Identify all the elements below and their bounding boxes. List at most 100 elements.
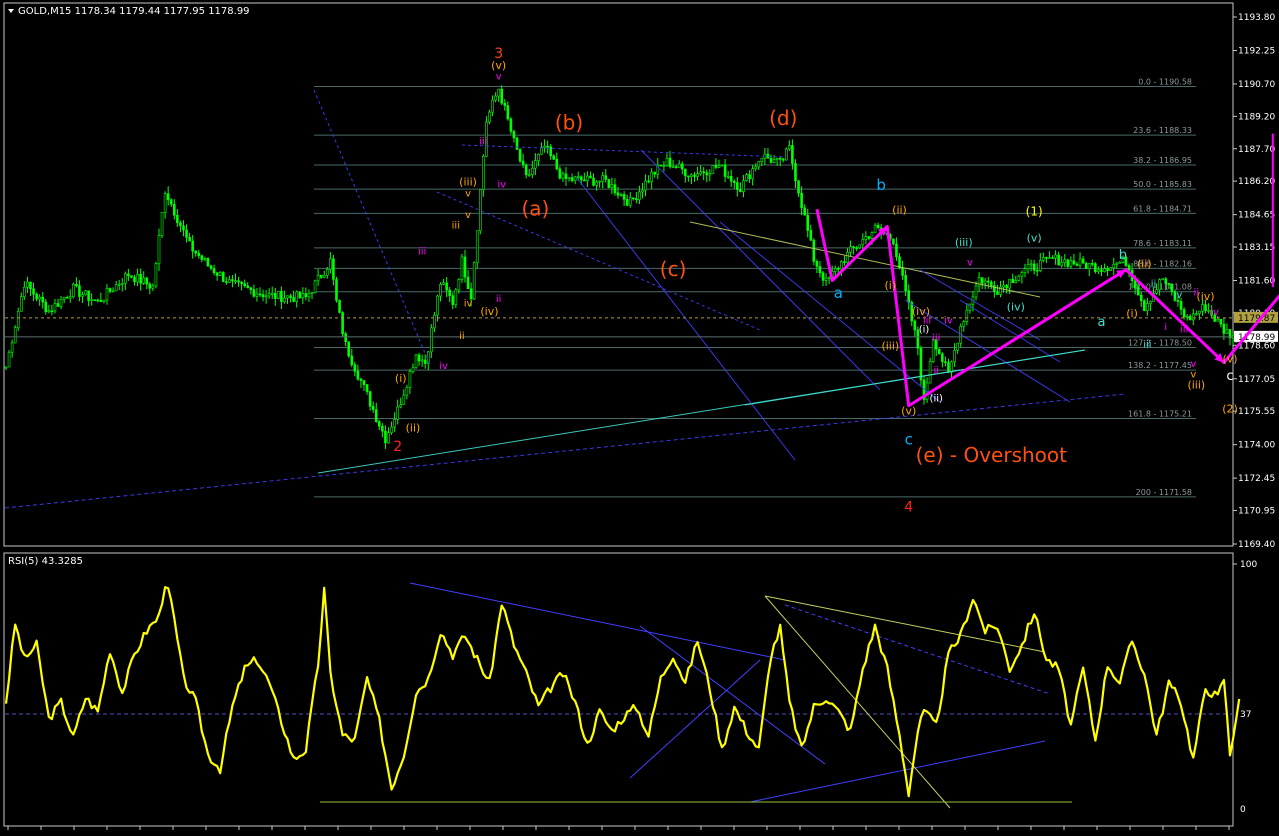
candle-body <box>243 283 246 287</box>
wave-label: (ii) <box>1137 258 1152 271</box>
rsi-trendline-5 <box>784 604 1051 695</box>
candle-body <box>344 333 347 343</box>
candle-body <box>947 362 950 373</box>
wave-label: ii <box>496 294 502 305</box>
candle-body <box>521 160 525 166</box>
candle-body <box>32 288 35 295</box>
fib-level-label: 23.6 - 1188.33 <box>1133 126 1192 135</box>
candle-body <box>433 314 436 329</box>
candle-body <box>1081 258 1085 264</box>
triangle-down-icon[interactable] <box>8 9 14 13</box>
candle-body <box>962 321 966 327</box>
candle-body <box>124 273 127 284</box>
price-tick-label: 1181.60 <box>1238 277 1275 287</box>
candle-body <box>1112 264 1116 269</box>
candle-body <box>956 342 959 351</box>
wave-label: v <box>1190 359 1196 370</box>
candle-body <box>298 291 302 299</box>
candle-body <box>163 193 167 213</box>
candle-body <box>1063 259 1067 263</box>
candle-body <box>1191 313 1195 321</box>
candle-body <box>460 256 464 280</box>
candle-body <box>671 166 675 168</box>
wave-label: ii <box>1194 288 1200 299</box>
candle-body <box>696 173 699 177</box>
candle-body <box>751 168 754 180</box>
candle-body <box>1002 284 1005 288</box>
candle-body <box>1023 268 1027 273</box>
candle-body <box>1060 262 1063 266</box>
fib-level-label: 200 - 1171.58 <box>1136 488 1192 497</box>
rsi-tick-label: 0 <box>1240 805 1246 815</box>
candle-body <box>359 378 363 381</box>
candle-body <box>702 171 705 173</box>
candle-body <box>1155 289 1158 294</box>
candle-body <box>641 189 644 193</box>
candle-body <box>488 111 491 123</box>
candle-body <box>7 351 11 368</box>
candle-body <box>739 189 742 192</box>
wave-label: (d) <box>769 106 797 130</box>
candle-body <box>56 303 60 307</box>
candle-body <box>1017 275 1021 281</box>
candle-body <box>252 289 256 297</box>
candle-body <box>821 272 825 281</box>
candle-body <box>1127 265 1131 271</box>
candle-body <box>537 153 540 161</box>
candle-body <box>616 192 620 196</box>
candle-body <box>775 157 779 160</box>
candle-body <box>212 268 216 274</box>
candle-body <box>381 425 384 432</box>
candle-body <box>84 290 87 295</box>
wave-label: b <box>1119 248 1127 263</box>
candle-body <box>986 280 990 283</box>
candle-body <box>362 380 366 385</box>
candle-body <box>206 258 210 267</box>
candle-body <box>1146 303 1149 311</box>
wave-label: (ii) <box>892 204 907 217</box>
candle-body <box>589 175 592 179</box>
main-pane[interactable]: 1193.80 1192.25 1190.70 1189.20 1187.70 1186.… <box>4 13 1279 550</box>
candle-body <box>1042 257 1045 261</box>
candle-body <box>904 275 907 292</box>
candle-body <box>411 367 415 372</box>
candle-body <box>610 184 614 188</box>
candle-body <box>687 175 690 178</box>
candle-body <box>968 303 972 311</box>
candle-body <box>35 293 38 300</box>
candle-body <box>332 258 335 280</box>
candle-body <box>13 327 17 344</box>
candle-body <box>478 189 482 232</box>
candle-body <box>475 230 479 264</box>
diagonal-trendline-1 <box>313 89 431 366</box>
candle-body <box>1078 258 1082 266</box>
candle-body <box>338 300 341 313</box>
candle-body <box>977 277 981 287</box>
wave-label: (1) <box>1026 205 1043 219</box>
candle-body <box>564 173 568 179</box>
candle-body <box>980 277 984 284</box>
wave-label: v <box>967 257 973 268</box>
candle-body <box>579 176 583 181</box>
candle-body <box>1201 304 1204 312</box>
wave-label: v <box>1190 370 1196 381</box>
candle-body <box>674 166 678 168</box>
wave-label: b <box>876 176 886 194</box>
candle-body <box>876 224 880 229</box>
price-tick-label: 1190.70 <box>1238 80 1275 90</box>
candle-body <box>858 244 862 249</box>
candle-body <box>142 277 145 284</box>
candle-body <box>225 281 228 283</box>
fib-level-label: 78.6 - 1183.11 <box>1133 239 1192 248</box>
candle-body <box>659 164 663 167</box>
rsi-pane[interactable]: 100 37 0 <box>4 560 1257 830</box>
candle-body <box>937 348 941 355</box>
candle-body <box>405 387 409 396</box>
candle-body <box>1048 257 1051 259</box>
candle-body <box>448 289 452 297</box>
candle-body <box>1038 260 1042 272</box>
candle-body <box>595 181 598 186</box>
candle-body <box>631 197 635 200</box>
candle-body <box>573 176 577 181</box>
candle-body <box>983 280 987 284</box>
